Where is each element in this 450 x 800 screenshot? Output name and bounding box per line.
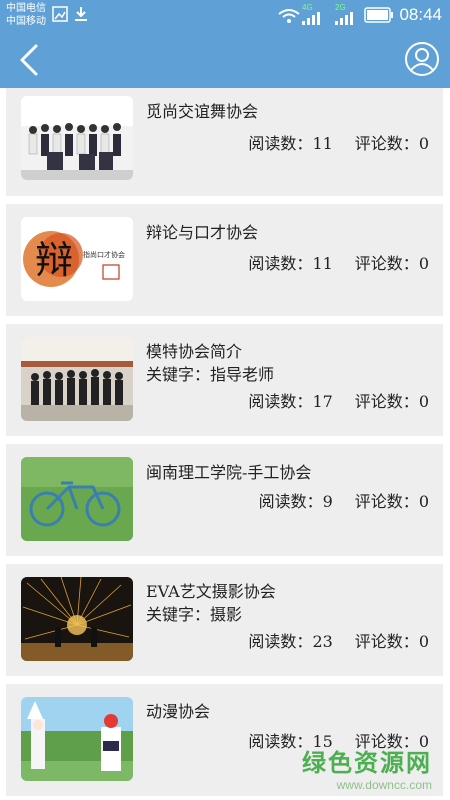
item-thumbnail — [21, 337, 133, 421]
header-bar — [0, 30, 450, 88]
svg-text:指尚口才协会: 指尚口才协会 — [83, 250, 125, 259]
list-item[interactable]: EVA艺文摄影协会 关键字：摄影 阅读数：23 评论数：0 — [6, 564, 443, 676]
item-stats: 阅读数：9 评论数：0 — [259, 488, 429, 512]
comment-count-label: 评论数： — [354, 492, 419, 511]
association-list: 觅尚交谊舞协会 阅读数：11 评论数：0 辩 指尚口才协会 辩论与口才协会 阅读数… — [0, 88, 450, 800]
item-title: 觅尚交谊舞协会 — [146, 102, 259, 121]
comment-count: 0 — [418, 254, 429, 273]
read-count-label: 阅读数： — [248, 392, 313, 411]
item-title: 辩论与口才协会 — [146, 223, 259, 242]
network-2g: 2G — [335, 3, 346, 12]
item-title: 闽南理工学院-手工协会 — [146, 463, 312, 482]
comment-count: 0 — [418, 632, 429, 651]
comment-count-label: 评论数： — [354, 134, 419, 153]
battery-icon — [364, 7, 393, 23]
comment-count-label: 评论数： — [354, 254, 419, 273]
read-count: 17 — [312, 392, 333, 411]
item-thumbnail — [21, 577, 133, 661]
wifi-icon — [278, 9, 300, 23]
list-item[interactable]: 闽南理工学院-手工协会 阅读数：9 评论数：0 — [6, 444, 443, 556]
read-count: 11 — [312, 134, 333, 153]
item-keyword: 关键字：摄影 — [146, 605, 243, 624]
carrier-1: 中国电信 — [6, 3, 46, 14]
list-item[interactable]: 觅尚交谊舞协会 阅读数：11 评论数：0 — [6, 88, 443, 196]
carrier-2: 中国移动 — [6, 16, 46, 27]
comment-count: 0 — [418, 492, 429, 511]
item-thumbnail — [21, 457, 133, 541]
item-thumbnail — [21, 697, 133, 781]
download-icon — [75, 7, 87, 21]
comment-count-label: 评论数： — [354, 632, 419, 651]
comment-count: 0 — [418, 392, 429, 411]
gallery-icon — [52, 6, 68, 22]
item-stats: 阅读数：11 评论数：0 — [248, 250, 429, 274]
item-keyword: 关键字：指导老师 — [146, 365, 275, 384]
clock: 08:44 — [399, 5, 442, 24]
user-profile-icon[interactable] — [404, 41, 440, 77]
read-count: 9 — [322, 492, 333, 511]
item-title: 动漫协会 — [146, 702, 211, 721]
item-thumbnail: 辩 指尚口才协会 — [21, 217, 133, 301]
status-bar: 中国电信 中国移动 4G 2G 08:44 — [0, 0, 450, 30]
item-title: 模特协会简介 — [146, 342, 243, 361]
item-stats: 阅读数：23 评论数：0 — [248, 628, 429, 652]
comment-count: 0 — [418, 134, 429, 153]
item-stats: 阅读数：11 评论数：0 — [248, 130, 429, 154]
carrier-info: 中国电信 中国移动 — [6, 2, 46, 28]
read-count-label: 阅读数： — [248, 134, 313, 153]
read-count-label: 阅读数： — [248, 254, 313, 273]
watermark-url: www.downcc.com — [336, 778, 432, 792]
read-count-label: 阅读数： — [258, 492, 323, 511]
read-count-label: 阅读数： — [248, 632, 313, 651]
watermark-title: 绿色资源网 — [302, 750, 432, 777]
back-chevron-icon[interactable] — [10, 40, 50, 80]
read-count: 23 — [312, 632, 333, 651]
network-4g: 4G — [302, 3, 313, 12]
signal-icon — [302, 12, 320, 25]
svg-text:辩: 辩 — [35, 238, 73, 282]
comment-count-label: 评论数： — [354, 392, 419, 411]
watermark: 绿色资源网 www.downcc.com — [302, 743, 432, 792]
item-stats: 阅读数：17 评论数：0 — [248, 388, 429, 412]
read-count: 11 — [312, 254, 333, 273]
list-item[interactable]: 辩 指尚口才协会 辩论与口才协会 阅读数：11 评论数：0 — [6, 204, 443, 316]
list-item[interactable]: 模特协会简介 关键字：指导老师 阅读数：17 评论数：0 — [6, 324, 443, 436]
item-title: EVA艺文摄影协会 — [146, 582, 276, 601]
item-thumbnail — [21, 96, 133, 180]
signal-icon-2 — [335, 12, 353, 25]
